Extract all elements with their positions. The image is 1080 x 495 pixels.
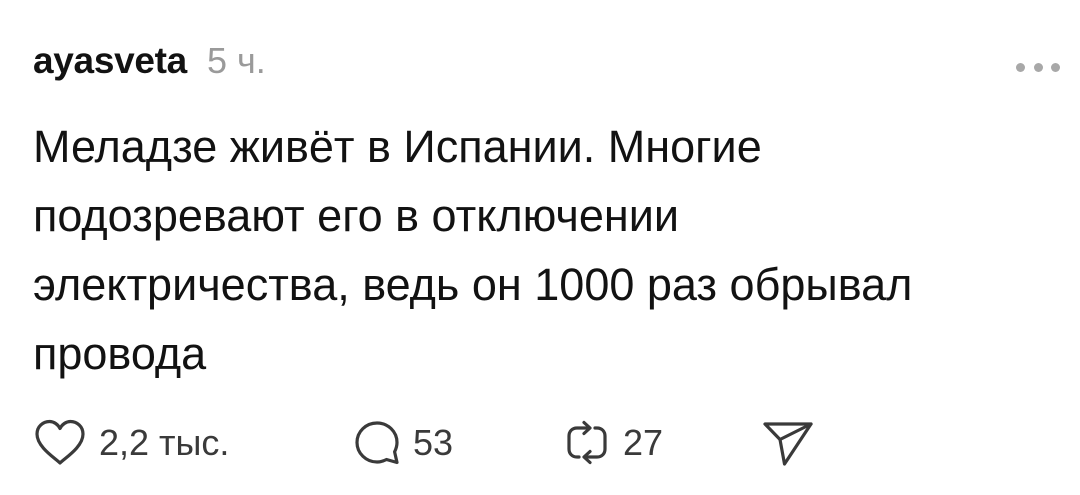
post-text: Меладзе живёт в Испании. Многие подозрев… (33, 112, 1043, 388)
username[interactable]: ayasveta (33, 40, 187, 82)
like-count: 2,2 тыс. (99, 422, 230, 463)
comment-button[interactable]: 53 (353, 418, 453, 468)
share-button[interactable] (761, 418, 815, 468)
comment-bubble-icon (355, 421, 399, 465)
comment-count: 53 (413, 422, 454, 463)
post-text-line: Меладзе живёт в Испании. Многие (33, 121, 762, 172)
send-icon (763, 422, 813, 466)
repost-button[interactable]: 27 (563, 418, 663, 468)
heart-icon (35, 419, 85, 465)
like-button[interactable]: 2,2 тыс. (33, 418, 229, 468)
more-dot (1016, 62, 1025, 72)
post-actions: 2,2 тыс. 53 27 (33, 418, 1033, 468)
repost-count: 27 (623, 422, 664, 463)
more-options-icon[interactable] (1016, 60, 1060, 74)
post-text-line: электричества, ведь он 1000 раз обрывал (33, 259, 913, 310)
post-text-line: подозревают его в отключении (33, 190, 680, 241)
post-header: ayasveta 5 ч. (33, 40, 266, 94)
post-card: ayasveta 5 ч. Меладзе живёт в Испании. М… (0, 0, 1080, 495)
post-text-line: провода (33, 328, 207, 379)
more-dot (1051, 62, 1060, 72)
post-timestamp: 5 ч. (206, 40, 266, 81)
more-dot (1033, 62, 1043, 72)
repost-icon (567, 420, 607, 465)
